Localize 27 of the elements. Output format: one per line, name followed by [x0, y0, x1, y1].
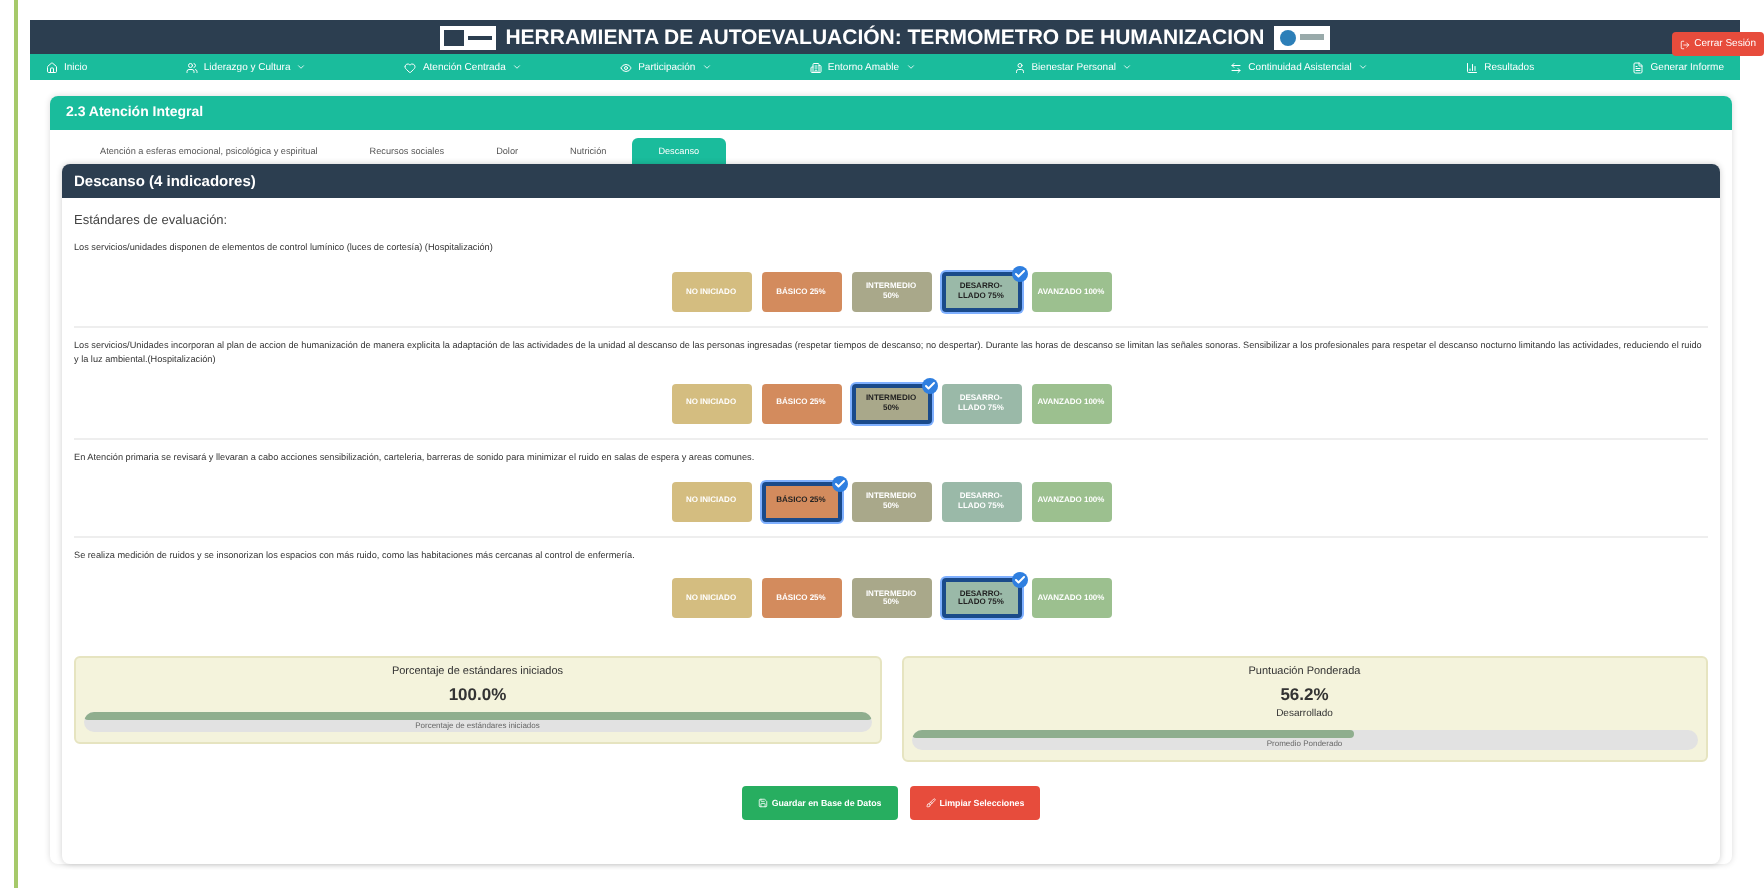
home-icon: [46, 61, 58, 73]
caret-icon: [701, 62, 712, 72]
user-icon: [1013, 61, 1026, 73]
save-icon: [757, 798, 768, 809]
logout-icon: [1680, 39, 1691, 49]
caret-icon: [905, 62, 916, 72]
building-icon: [809, 61, 822, 73]
check-icon: [1011, 572, 1027, 589]
brush-icon: [925, 798, 936, 809]
eye-icon: [620, 61, 633, 73]
chart-icon: [1466, 61, 1479, 73]
caret-icon: [296, 62, 307, 72]
check-icon: [1011, 265, 1027, 282]
logo-icon: [439, 25, 496, 49]
check-icon: [921, 377, 937, 394]
heart-icon: [404, 61, 417, 73]
app-title: HERRAMIENTA DE AUTOEVALUACIÓN: TERMOMETRO DE HUMANIZACION: [505, 25, 1265, 49]
arrows-icon: [1230, 61, 1243, 73]
caret-icon: [1121, 62, 1132, 72]
stat-value: 100.0%: [448, 684, 507, 705]
users-icon: [185, 61, 198, 73]
caret-icon: [1357, 62, 1368, 72]
caret-icon: [511, 62, 522, 72]
stat-value: 56.2%: [1280, 684, 1329, 705]
check-icon: [831, 475, 847, 492]
document-icon: [1632, 61, 1645, 73]
logo-icon: [1274, 25, 1331, 49]
